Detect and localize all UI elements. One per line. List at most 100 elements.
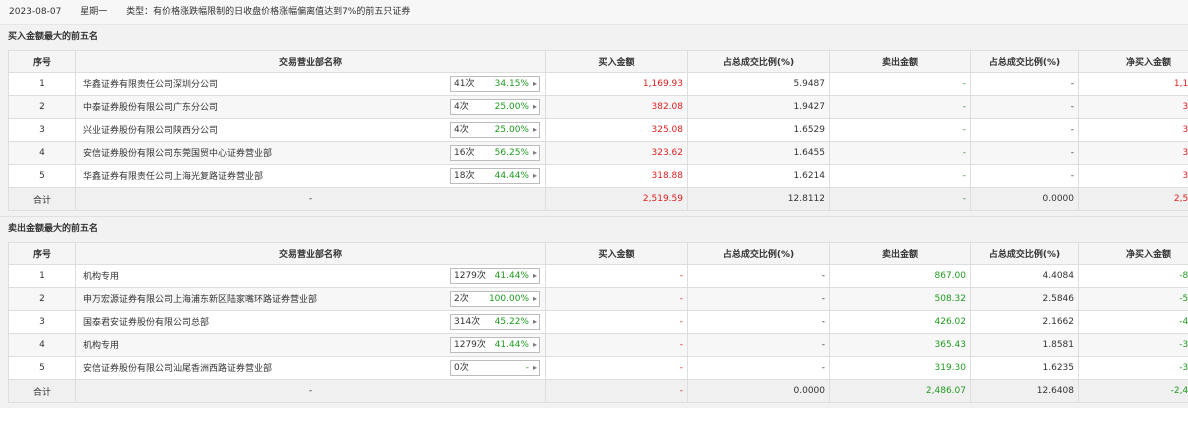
broker-name-cell: 华鑫证券有限责任公司上海光复路证券营业部 18次 44.44% ▸: [75, 164, 546, 188]
success-rate: 34.15%: [494, 79, 529, 89]
broker-name-cell: 华鑫证券有限责任公司深圳分公司 41次 34.15% ▸: [75, 72, 546, 96]
sell-amount: 508.32: [829, 287, 971, 311]
table-row: 4机构专用1279次41.44%▸--365.431.8581-365.43: [8, 333, 1188, 357]
triangle-right-icon: ▸: [532, 171, 537, 180]
trade-count-badge[interactable]: 314次 45.22% ▸: [450, 314, 540, 330]
sell-amount: -: [829, 95, 971, 119]
total-sell-amount: -: [829, 187, 971, 211]
buy-section-title: 买入金额最大的前五名: [8, 32, 99, 42]
trade-count-badge[interactable]: 0次 - ▸: [450, 360, 540, 376]
total-name: -: [75, 379, 546, 403]
table-row: 3 国泰君安证券股份有限公司总部 314次 45.22% ▸ - -426.02 2.1662…: [8, 310, 1188, 334]
broker-name-cell: 申万宏源证券有限公司上海浦东新区陆家嘴环路证券营业部 2次 100.00% ▸: [75, 287, 546, 311]
broker-name-link[interactable]: 机构专用: [83, 338, 119, 351]
row-index: 4: [8, 333, 76, 357]
table-row: 2 中泰证券股份有限公司广东分公司 4次 25.00% ▸ 382.08 1.9427- -3…: [8, 95, 1188, 119]
broker-name-link[interactable]: 国泰君安证券股份有限公司总部: [83, 315, 209, 328]
trade-count-badge[interactable]: 4次 25.00% ▸: [450, 99, 540, 115]
success-rate: 41.44%: [494, 271, 529, 281]
total-sell-amount: 2,486.07: [829, 379, 971, 403]
trade-count-badge[interactable]: 1279次 41.44% ▸: [450, 337, 540, 353]
trade-date: 2023-08-07: [9, 7, 62, 17]
buy-amount: -: [545, 264, 688, 288]
broker-name-cell: 兴业证券股份有限公司陕西分公司 4次 25.00% ▸: [75, 118, 546, 142]
trade-count: 41次: [454, 79, 475, 89]
trade-count-badge[interactable]: 18次 44.44% ▸: [450, 168, 540, 184]
success-rate: 56.25%: [494, 148, 529, 158]
total-net-amount: 2,519.59: [1078, 187, 1188, 211]
trade-count: 18次: [454, 171, 475, 181]
net-amount: 1,169.93: [1078, 72, 1188, 96]
net-amount: 382.08: [1078, 95, 1188, 119]
broker-name-link[interactable]: 华鑫证券有限责任公司上海光复路证券营业部: [83, 169, 263, 182]
broker-name-link[interactable]: 安信证券股份有限公司东莞国贸中心证券营业部: [83, 146, 272, 159]
col-net-amount: 净买入金额: [1078, 50, 1188, 73]
net-amount: 325.08: [1078, 118, 1188, 142]
col-buy-ratio: 占总成交比例(%): [687, 242, 830, 265]
sell-ratio: 2.5846: [970, 287, 1079, 311]
broker-name-link[interactable]: 机构专用: [83, 269, 119, 282]
sell-ratio: -: [970, 72, 1079, 96]
sell-table: 序号 交易营业部名称 买入金额 占总成交比例(%) 卖出金额 占总成交比例(%)…: [8, 242, 1188, 403]
trade-count-badge[interactable]: 2次 100.00% ▸: [450, 291, 540, 307]
buy-ratio: -: [687, 333, 830, 357]
net-amount: -867.00: [1078, 264, 1188, 288]
triangle-right-icon: ▸: [532, 148, 537, 157]
buy-ratio: -: [687, 356, 830, 380]
total-buy-ratio: 0.0000: [687, 379, 830, 403]
broker-name-cell: 国泰君安证券股份有限公司总部 314次 45.22% ▸: [75, 310, 546, 334]
trade-count: 4次: [454, 102, 469, 112]
table-row: 1 华鑫证券有限责任公司深圳分公司 41次 34.15% ▸ 1,169.93 5.9487…: [8, 72, 1188, 96]
triangle-right-icon: ▸: [532, 125, 537, 134]
trade-count-badge[interactable]: 4次 25.00% ▸: [450, 122, 540, 138]
triangle-right-icon: ▸: [532, 294, 537, 303]
triangle-right-icon: ▸: [532, 79, 537, 88]
sell-amount: -: [829, 141, 971, 165]
table-row: 5 安信证券股份有限公司汕尾香洲西路证券营业部 0次 - ▸ - -319.30 1.6235…: [8, 356, 1188, 380]
buy-section: 买入金额最大的前五名 序号 交易营业部名称 买入金额 占总成交比例(%) 卖出金…: [0, 25, 1188, 216]
broker-name-link[interactable]: 申万宏源证券有限公司上海浦东新区陆家嘴环路证券营业部: [83, 292, 317, 305]
buy-table-header: 序号 交易营业部名称 买入金额 占总成交比例(%) 卖出金额 占总成交比例(%)…: [8, 50, 1188, 73]
success-rate: 100.00%: [488, 294, 529, 304]
net-amount: -508.32: [1078, 287, 1188, 311]
row-index: 3: [8, 118, 76, 142]
broker-name-link[interactable]: 兴业证券股份有限公司陕西分公司: [83, 123, 218, 136]
table-row: 4 安信证券股份有限公司东莞国贸中心证券营业部 16次 56.25% ▸ 323.62 1.…: [8, 141, 1188, 165]
buy-ratio: -: [687, 287, 830, 311]
col-broker-name: 交易营业部名称: [75, 50, 546, 73]
buy-amount: -: [545, 310, 688, 334]
sell-amount: 426.02: [829, 310, 971, 334]
trade-count: 16次: [454, 148, 475, 158]
table-row: 2 申万宏源证券有限公司上海浦东新区陆家嘴环路证券营业部 2次 100.00% ▸ - -5…: [8, 287, 1188, 311]
trade-count-badge[interactable]: 1279次 41.44% ▸: [450, 268, 540, 284]
row-index: 5: [8, 356, 76, 380]
table-row: 1机构专用1279次41.44%▸--867.004.4084-867.00: [8, 264, 1188, 288]
total-net-amount: -2,486.07: [1078, 379, 1188, 403]
triangle-right-icon: ▸: [532, 363, 537, 372]
col-index: 序号: [8, 50, 76, 73]
broker-name-link[interactable]: 华鑫证券有限责任公司深圳分公司: [83, 77, 218, 90]
sell-ratio: 2.1662: [970, 310, 1079, 334]
net-amount: -365.43: [1078, 333, 1188, 357]
total-name: -: [75, 187, 546, 211]
broker-name-cell: 安信证券股份有限公司东莞国贸中心证券营业部 16次 56.25% ▸: [75, 141, 546, 165]
sell-amount: -: [829, 118, 971, 142]
row-index: 4: [8, 141, 76, 165]
trade-count-badge[interactable]: 41次 34.15% ▸: [450, 76, 540, 92]
net-amount: -319.30: [1078, 356, 1188, 380]
buy-ratio: 1.6529: [687, 118, 830, 142]
col-buy-amount: 买入金额: [545, 50, 688, 73]
broker-name-link[interactable]: 安信证券股份有限公司汕尾香洲西路证券营业部: [83, 361, 272, 374]
success-rate: 41.44%: [494, 340, 529, 350]
buy-ratio: 1.6214: [687, 164, 830, 188]
total-row: 合计--0.00002,486.0712.6408-2,486.07: [8, 379, 1188, 403]
triangle-right-icon: ▸: [532, 102, 537, 111]
buy-amount: -: [545, 356, 688, 380]
sell-amount: 319.30: [829, 356, 971, 380]
sell-amount: -: [829, 72, 971, 96]
trade-count-badge[interactable]: 16次 56.25% ▸: [450, 145, 540, 161]
col-buy-ratio: 占总成交比例(%): [687, 50, 830, 73]
broker-name-link[interactable]: 中泰证券股份有限公司广东分公司: [83, 100, 218, 113]
buy-amount: 318.88: [545, 164, 688, 188]
sell-amount: -: [829, 164, 971, 188]
